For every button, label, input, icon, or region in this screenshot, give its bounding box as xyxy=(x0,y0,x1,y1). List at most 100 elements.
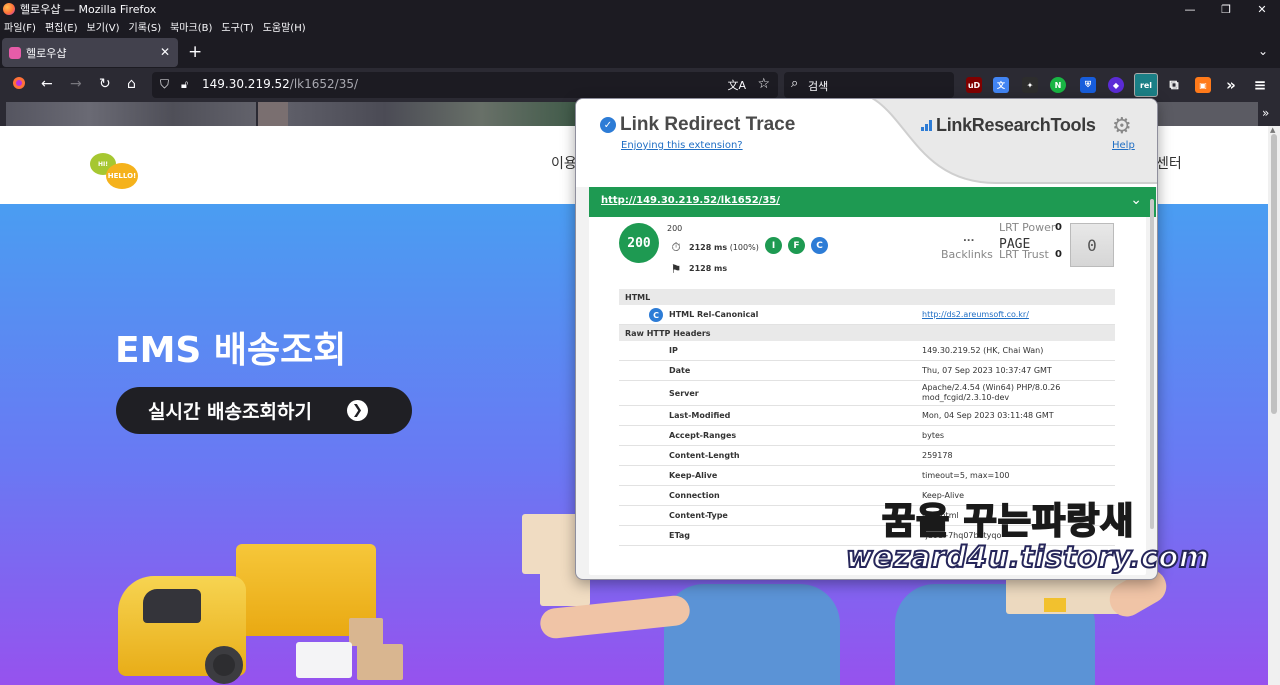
menu-help[interactable]: 도움말(H) xyxy=(263,19,306,34)
header-key: Connection xyxy=(669,491,720,500)
parcel-illustration xyxy=(357,644,403,680)
section-html: HTML xyxy=(619,289,1115,305)
header-key: IP xyxy=(669,346,678,355)
firefox-view-icon[interactable] xyxy=(12,76,26,94)
menu-bookmarks[interactable]: 북마크(B) xyxy=(170,19,212,34)
site-nav-item[interactable]: 이용 xyxy=(551,153,577,173)
n-icon[interactable]: N xyxy=(1050,77,1066,93)
search-bar[interactable]: ⌕ 검색 xyxy=(784,72,954,98)
close-tab-icon[interactable]: ✕ xyxy=(160,45,170,59)
app-menu-icon[interactable]: ≡ xyxy=(1252,76,1268,94)
enjoying-extension-link[interactable]: Enjoying this extension? xyxy=(621,140,743,151)
truck-wheel xyxy=(205,646,243,684)
tab-active[interactable]: 헬로우샵 ✕ xyxy=(2,38,178,67)
table-row: IP 149.30.219.52 (HK, Chai Wan) xyxy=(619,341,1115,361)
translate-ext-icon[interactable]: 文 xyxy=(993,77,1009,93)
rel-icon[interactable]: rel xyxy=(1134,73,1158,97)
header-value: Thu, 07 Sep 2023 10:37:47 GMT xyxy=(922,366,1052,375)
menu-edit[interactable]: 편집(E) xyxy=(45,19,78,34)
linkresearchtools-logo[interactable]: LinkResearchTools xyxy=(921,115,1096,136)
scrollbar-thumb[interactable] xyxy=(1271,134,1277,414)
puzzle-green-icon[interactable]: ✦ xyxy=(1022,77,1038,93)
logo-bubble-large: HELLO! xyxy=(106,163,138,189)
window-controls: — ❐ ✕ xyxy=(1172,0,1280,18)
bookmark-star-icon[interactable]: ☆ xyxy=(757,76,770,92)
menu-file[interactable]: 파일(F) xyxy=(4,19,36,34)
bitwarden-icon[interactable]: ⛨ xyxy=(1080,77,1096,93)
gear-icon[interactable]: ⚙ xyxy=(1112,114,1132,139)
menu-tools[interactable]: 도구(T) xyxy=(221,19,253,34)
parcel-illustration xyxy=(349,618,383,646)
firefox-logo-icon xyxy=(3,3,15,15)
chevron-down-icon[interactable]: ⌄ xyxy=(1130,192,1142,208)
popup-title-text: Link Redirect Trace xyxy=(620,114,796,135)
watermark-title: 꿈을 꾸는파랑새 xyxy=(881,500,1135,543)
restore-button[interactable]: ❐ xyxy=(1208,0,1244,18)
header-value: Mon, 04 Sep 2023 03:11:48 GMT xyxy=(922,411,1054,420)
minimize-button[interactable]: — xyxy=(1172,0,1208,18)
bookmarks-blurred xyxy=(258,102,288,126)
title-bar: 헬로우샵 — Mozilla Firefox — ❐ ✕ xyxy=(0,0,1280,18)
search-placeholder: 검색 xyxy=(808,80,829,93)
reload-icon[interactable]: ↻ xyxy=(99,76,111,92)
redirect-url-bar[interactable]: http://149.30.219.52/lk1652/35/ ⌄ xyxy=(589,187,1156,217)
bookmarks-blurred xyxy=(1150,102,1258,126)
lrt-power-value: 0 xyxy=(1055,222,1062,233)
list-tabs-button[interactable]: ⌄ xyxy=(1258,44,1268,58)
parcel-illustration xyxy=(296,642,352,678)
bars-icon xyxy=(921,119,935,131)
orange-ext-icon[interactable]: ▣ xyxy=(1195,77,1211,93)
popup-scrollbar[interactable] xyxy=(1150,199,1154,529)
back-icon[interactable]: ← xyxy=(41,76,53,92)
badge-c[interactable]: C xyxy=(811,237,828,254)
menu-view[interactable]: 보기(V) xyxy=(87,19,120,34)
watermark-url: wezard4u.tistory.com xyxy=(845,539,1210,575)
help-link[interactable]: Help xyxy=(1112,140,1135,151)
bookmarks-blurred xyxy=(288,102,578,126)
extensions-icon[interactable]: ⧉ xyxy=(1166,77,1182,93)
header-value: 149.30.219.52 (HK, Chai Wan) xyxy=(922,346,1044,355)
badge-i[interactable]: I xyxy=(765,237,782,254)
menu-history[interactable]: 기록(S) xyxy=(129,19,162,34)
track-delivery-button[interactable]: 실시간 배송조회하기 ❯ xyxy=(116,387,412,434)
track-delivery-label: 실시간 배송조회하기 xyxy=(148,401,312,423)
time-final: 2128 ms xyxy=(689,264,728,273)
bookmarks-overflow-icon[interactable]: » xyxy=(1262,106,1269,120)
arrow-right-icon: ❯ xyxy=(347,400,368,421)
url-host: 149.30.219.52 xyxy=(202,77,290,91)
translate-icon[interactable]: 文A xyxy=(727,77,746,93)
scroll-up-icon[interactable]: ▲ xyxy=(1270,126,1275,134)
time-total: 2128 ms xyxy=(689,243,728,252)
parcel-illustration xyxy=(522,514,582,574)
ublock-icon[interactable]: uD xyxy=(966,77,982,93)
new-tab-button[interactable]: + xyxy=(188,42,202,62)
table-row: Server Apache/2.4.54 (Win64) PHP/8.0.26 … xyxy=(619,381,1115,406)
page-label: PAGE xyxy=(999,237,1031,252)
home-icon[interactable]: ⌂ xyxy=(127,76,136,92)
header-value: 259178 xyxy=(922,451,953,460)
insecure-lock-icon[interactable]: 🔓︎ xyxy=(181,78,188,92)
redirect-url-link[interactable]: http://149.30.219.52/lk1652/35/ xyxy=(601,195,780,206)
tracking-protection-shield-icon[interactable]: ⛉ xyxy=(160,77,169,92)
url-bar[interactable]: ⛉ 🔓︎ 149.30.219.52/lk1652/35/ 文A ☆ xyxy=(152,72,778,98)
close-window-button[interactable]: ✕ xyxy=(1244,0,1280,18)
site-logo[interactable]: HI! HELLO! xyxy=(90,153,142,191)
page-scrollbar[interactable]: ▲ xyxy=(1268,126,1280,685)
site-nav-item[interactable]: 센터 xyxy=(1156,153,1182,173)
canonical-link[interactable]: http://ds2.areumsoft.co.kr/ xyxy=(922,310,1117,320)
finish-flag-icon: ⚑ xyxy=(670,261,682,276)
header-key: Keep-Alive xyxy=(669,471,718,480)
url-text[interactable]: 149.30.219.52/lk1652/35/ xyxy=(202,77,358,91)
brand-text: LinkResearchTools xyxy=(936,115,1096,135)
header-key: Last-Modified xyxy=(669,411,731,420)
truck-window xyxy=(143,589,201,623)
tab-bar: 헬로우샵 ✕ + ⌄ xyxy=(0,34,1280,68)
overflow-icon[interactable]: » xyxy=(1223,76,1239,94)
badge-f[interactable]: F xyxy=(788,237,805,254)
purple-shield-icon[interactable]: ◆ xyxy=(1108,77,1124,93)
table-row: Content-Length 259178 xyxy=(619,446,1115,466)
menu-bar: 파일(F) 편집(E) 보기(V) 기록(S) 북마크(B) 도구(T) 도움말… xyxy=(0,18,315,34)
forward-icon[interactable]: → xyxy=(70,76,82,92)
window-title: 헬로우샵 — Mozilla Firefox xyxy=(20,3,157,16)
url-path: /lk1652/35/ xyxy=(289,77,359,91)
